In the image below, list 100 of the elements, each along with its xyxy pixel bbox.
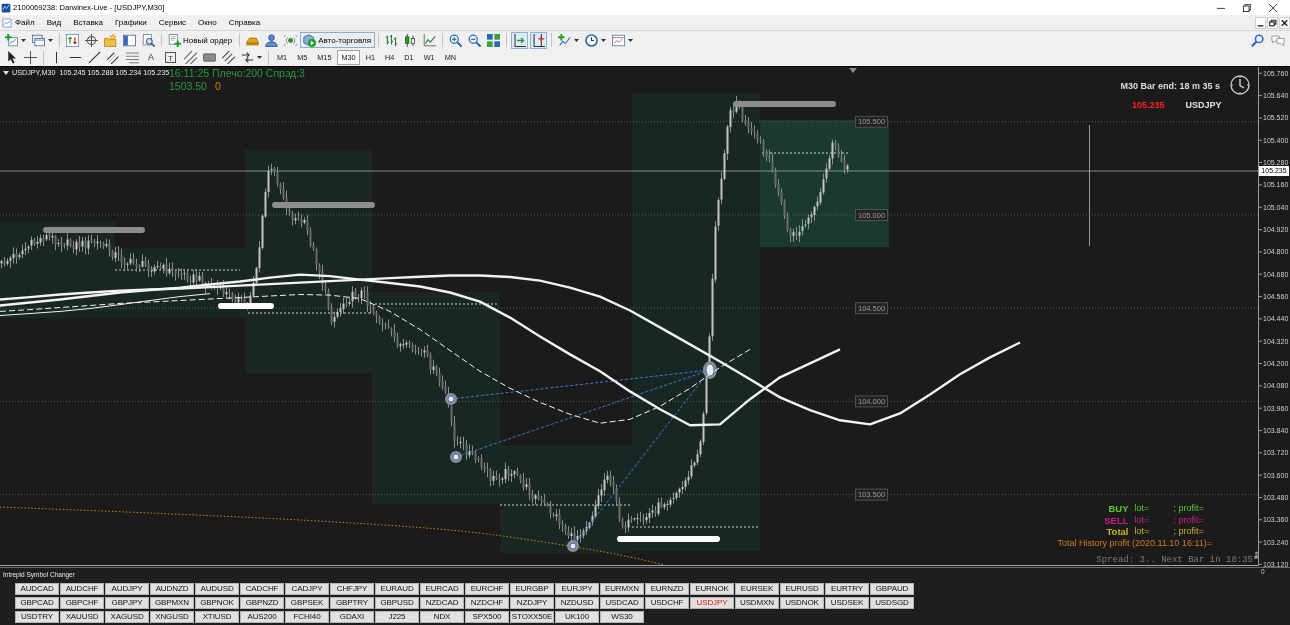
symbol-button[interactable]: GBPCHF [60, 597, 104, 609]
template-icon[interactable] [612, 33, 626, 47]
symbol-button[interactable]: EURGBP [510, 583, 554, 595]
close-icon[interactable] [1269, 3, 1277, 12]
menu-item[interactable]: Справка [222, 16, 267, 29]
trend-line-icon[interactable] [88, 51, 101, 64]
tile-windows-icon[interactable] [487, 33, 501, 47]
symbol-button[interactable]: NDX [420, 611, 464, 623]
clock-icon[interactable] [585, 33, 599, 47]
symbol-button[interactable]: J225 [375, 611, 419, 623]
symbol-button[interactable]: CADJPY [285, 583, 329, 595]
hatch-icon[interactable] [222, 51, 235, 64]
symbol-button[interactable]: AUDNZD [150, 583, 194, 595]
symbol-button[interactable]: USDMXN [735, 597, 779, 609]
symbol-button[interactable]: XTIUSD [195, 611, 239, 623]
symbol-button[interactable]: NZDCHF [465, 597, 509, 609]
symbol-button[interactable]: CADCHF [240, 583, 284, 595]
minimize-icon[interactable] [1255, 16, 1266, 29]
restore-icon[interactable] [1267, 16, 1278, 29]
symbol-button[interactable]: XAGUSD [105, 611, 149, 623]
fibonacci-icon[interactable] [126, 51, 139, 64]
symbol-button[interactable]: CHFJPY [330, 583, 374, 595]
symbol-button[interactable]: GBPJPY [105, 597, 149, 609]
symbol-button[interactable]: EURNOK [690, 583, 734, 595]
candlestick-icon[interactable] [404, 33, 418, 47]
new-order-button[interactable]: Новый ордер [165, 32, 237, 48]
autotrading-button[interactable]: Авто-торговля [300, 32, 376, 48]
text-label-tool[interactable]: T [165, 52, 176, 63]
symbol-button[interactable]: NZDJPY [510, 597, 554, 609]
caret-icon[interactable] [21, 38, 26, 42]
menu-item[interactable]: Файл [12, 16, 41, 29]
symbol-button[interactable]: GBPNZD [240, 597, 284, 609]
symbol-button[interactable]: AUDUSD [195, 583, 239, 595]
symbol-button[interactable]: GBPMXN [150, 597, 194, 609]
symbol-button[interactable]: USDNOK [780, 597, 824, 609]
person-icon[interactable] [265, 33, 279, 47]
search-icon[interactable] [1251, 33, 1264, 47]
text-tool[interactable]: A [145, 51, 157, 64]
symbol-button[interactable]: AUDCAD [15, 583, 59, 595]
arrows-box-icon[interactable] [66, 33, 79, 47]
symbol-button[interactable]: NZDCAD [420, 597, 464, 609]
cursor-icon[interactable] [5, 51, 18, 64]
symbol-button[interactable]: AUDCHF [60, 583, 104, 595]
symbol-button[interactable]: GBPNOK [195, 597, 239, 609]
caret-icon[interactable] [48, 38, 53, 42]
symbol-button[interactable]: EURCAD [420, 583, 464, 595]
symbol-button[interactable]: USDTRY [15, 611, 59, 623]
symbol-button[interactable]: GBPTRY [330, 597, 374, 609]
symbol-button[interactable]: AUS200 [240, 611, 284, 623]
restore-icon[interactable] [1243, 3, 1251, 12]
signal-icon[interactable] [284, 33, 298, 47]
symbol-button[interactable]: EURSEK [735, 583, 779, 595]
menu-item[interactable]: Сервис [152, 16, 193, 29]
symbol-button[interactable]: USDSGD [870, 597, 914, 609]
symbol-button[interactable]: EURNZD [645, 583, 689, 595]
symbol-button[interactable]: SPX500 [465, 611, 509, 623]
parallel-lines-icon[interactable] [184, 51, 197, 64]
document-search-icon[interactable] [142, 33, 155, 47]
crosshair-icon[interactable] [85, 33, 98, 47]
folder-star-icon[interactable] [104, 33, 117, 47]
window-stack-icon[interactable] [32, 33, 45, 47]
zoom-in-icon[interactable] [449, 33, 463, 47]
symbol-button[interactable]: NZDUSD [555, 597, 599, 609]
menu-item[interactable]: Вид [40, 16, 68, 29]
symbol-button[interactable]: XNGUSD [150, 611, 194, 623]
symbol-button[interactable]: FCHI40 [285, 611, 329, 623]
bar-chart-icon[interactable] [385, 33, 399, 47]
menu-item[interactable]: Графики [108, 16, 153, 29]
caret-icon[interactable] [574, 38, 580, 42]
menu-item[interactable]: Окно [192, 16, 223, 29]
symbol-button[interactable]: EURTRY [825, 583, 869, 595]
rectangle-icon[interactable] [203, 51, 216, 64]
symbol-button[interactable]: EURCHF [465, 583, 509, 595]
symbol-button[interactable]: EURUSD [780, 583, 824, 595]
symbol-button[interactable]: GBPCAD [15, 597, 59, 609]
symbol-button[interactable]: USDCHF [645, 597, 689, 609]
panel-window-icon[interactable] [123, 33, 136, 47]
symbol-button[interactable]: EURAUD [375, 583, 419, 595]
symbol-button[interactable]: USDSEK [825, 597, 869, 609]
menu-item[interactable]: Вставка [67, 16, 109, 29]
caret-icon[interactable] [257, 56, 262, 59]
symbol-button[interactable]: WS30 [600, 611, 644, 623]
symbol-button[interactable]: USDCAD [600, 597, 644, 609]
arrows-icon[interactable] [241, 51, 254, 64]
symbol-button[interactable]: GDAXI [330, 611, 374, 623]
triangle-down-icon[interactable] [3, 70, 9, 75]
chart-shift-icon[interactable] [530, 31, 548, 49]
symbol-button[interactable]: UK100 [555, 611, 599, 623]
symbol-button[interactable]: GBPUSD [375, 597, 419, 609]
zoom-out-icon[interactable] [468, 33, 482, 47]
channel-icon[interactable] [107, 51, 120, 64]
autoscroll-icon[interactable] [511, 31, 529, 49]
crosshair-icon[interactable] [24, 51, 37, 64]
line-chart-icon[interactable] [423, 33, 437, 47]
caret-icon[interactable] [628, 38, 634, 42]
symbol-button[interactable]: AUDJPY [105, 583, 149, 595]
symbol-button[interactable]: EURMXN [600, 583, 644, 595]
symbol-button[interactable]: GBPSEK [285, 597, 329, 609]
symbol-button[interactable]: STOXX50E [510, 611, 554, 623]
symbol-button[interactable]: USDJPY [690, 597, 734, 609]
